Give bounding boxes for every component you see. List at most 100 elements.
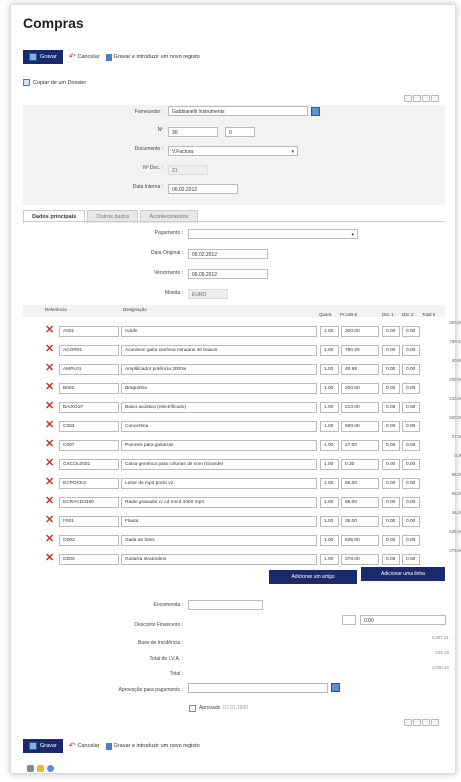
ref-cell[interactable]: C007	[59, 440, 119, 451]
desc-cell[interactable]: Rádio gravador c/ cd mrcd 3400 mp3	[121, 497, 317, 508]
price-cell[interactable]: 300.00	[341, 326, 379, 337]
fornecedor-lookup-icon[interactable]	[311, 107, 320, 116]
ref-cell[interactable]: ECRACD3400	[59, 497, 119, 508]
desc-cell[interactable]: Braguinha	[121, 383, 317, 394]
disc2-cell[interactable]: 0.00	[402, 478, 420, 489]
ref-cell[interactable]: ECPOCK2	[59, 478, 119, 489]
desc-cell[interactable]: Amplificador potência 3000w	[121, 364, 317, 375]
delete-row-icon[interactable]: ✕	[45, 534, 54, 545]
disc2-cell[interactable]: 0.00	[402, 459, 420, 470]
disc1-cell[interactable]: 0.00	[382, 421, 400, 432]
delete-row-icon[interactable]: ✕	[45, 553, 54, 564]
save-and-new-button-bottom[interactable]: Gravar e introduzir um novo registo	[105, 742, 200, 750]
qty-cell[interactable]: 1.00	[320, 516, 339, 527]
disc2-cell[interactable]: 0.00	[402, 497, 420, 508]
encomenda-input[interactable]	[188, 600, 263, 610]
numero-input[interactable]: 30	[168, 127, 218, 137]
cancel-button[interactable]: ↶ Cancelar	[69, 53, 100, 61]
disc2-cell[interactable]: 0.00	[402, 364, 420, 375]
desc-cell[interactable]: Acordeon gaita sanfona minuano 40 baixos	[121, 345, 317, 356]
disc2-cell[interactable]: 0.00	[402, 535, 420, 546]
desc-cell[interactable]: Caixa genérica para colunas de som (Gran…	[121, 459, 317, 470]
last-record-icon[interactable]	[431, 719, 439, 726]
disc2-cell[interactable]: 0.00	[402, 383, 420, 394]
copy-from-dossier-link[interactable]: Copiar de um Dossier	[23, 79, 86, 86]
data-interna-input[interactable]: 06.02.2012	[168, 184, 238, 194]
prev-record-icon[interactable]	[413, 95, 421, 102]
add-line-button[interactable]: Adicionar uma linha	[361, 567, 445, 581]
delete-row-icon[interactable]: ✕	[45, 458, 54, 469]
price-cell[interactable]: 210.00	[341, 402, 379, 413]
price-cell[interactable]: 378.00	[341, 554, 379, 565]
price-cell[interactable]: 780.25	[341, 345, 379, 356]
delete-row-icon[interactable]: ✕	[45, 496, 54, 507]
disc1-cell[interactable]: 0.00	[382, 516, 400, 527]
aprovacao-lookup-icon[interactable]	[331, 683, 340, 692]
aprovado-checkbox[interactable]	[189, 705, 196, 712]
qty-cell[interactable]: 1.00	[320, 345, 339, 356]
desc-cell[interactable]: Gaita de foles	[121, 535, 317, 546]
ref-cell[interactable]: C003	[59, 421, 119, 432]
ref-cell[interactable]: F001	[59, 516, 119, 527]
disc1-cell[interactable]: 0.00	[382, 345, 400, 356]
disc2-cell[interactable]: 0.00	[402, 440, 420, 451]
help-icon[interactable]	[47, 765, 54, 772]
disc1-cell[interactable]: 0.00	[382, 459, 400, 470]
next-record-icon[interactable]	[422, 719, 430, 726]
disc1-cell[interactable]: 0.00	[382, 554, 400, 565]
desc-cell[interactable]: Adufe	[121, 326, 317, 337]
qty-cell[interactable]: 1.00	[320, 402, 339, 413]
last-record-icon[interactable]	[431, 95, 439, 102]
desconto-percent-input[interactable]	[342, 615, 356, 625]
qty-cell[interactable]: 1.00	[320, 459, 339, 470]
disc2-cell[interactable]: 0.00	[402, 402, 420, 413]
disc2-cell[interactable]: 0.00	[402, 345, 420, 356]
save-and-new-button[interactable]: Gravar e introduzir um novo registo	[105, 53, 200, 61]
data-original-input[interactable]: 06.02.2012	[188, 249, 268, 259]
ref-cell[interactable]: G002	[59, 535, 119, 546]
qty-cell[interactable]: 1.00	[320, 326, 339, 337]
disc2-cell[interactable]: 0.00	[402, 326, 420, 337]
first-record-icon[interactable]	[404, 719, 412, 726]
print-icon[interactable]	[27, 765, 34, 772]
disc1-cell[interactable]: 0.00	[382, 497, 400, 508]
delete-row-icon[interactable]: ✕	[45, 344, 54, 355]
vencimento-input[interactable]: 06.05.2012	[188, 269, 268, 279]
save-button[interactable]: Gravar	[23, 50, 63, 64]
desc-cell[interactable]: Concertina	[121, 421, 317, 432]
save-button-bottom[interactable]: Gravar	[23, 739, 63, 753]
price-cell[interactable]: 0.30	[341, 459, 379, 470]
price-cell[interactable]: 635.00	[341, 535, 379, 546]
numero-suffix-input[interactable]: 0	[225, 127, 255, 137]
disc1-cell[interactable]: 0.00	[382, 478, 400, 489]
aprovacao-input[interactable]	[188, 683, 328, 693]
desc-cell[interactable]: Guitarra stratordms	[121, 554, 317, 565]
price-cell[interactable]: 36.00	[341, 516, 379, 527]
ref-cell[interactable]: A001	[59, 326, 119, 337]
ref-cell[interactable]: B002	[59, 383, 119, 394]
delete-row-icon[interactable]: ✕	[45, 477, 54, 488]
star-icon[interactable]	[37, 765, 44, 772]
disc2-cell[interactable]: 0.00	[402, 516, 420, 527]
delete-row-icon[interactable]: ✕	[45, 325, 54, 336]
ref-cell[interactable]: AMPL01	[59, 364, 119, 375]
add-article-button[interactable]: Adicionar um artigo	[269, 570, 357, 584]
price-cell[interactable]: 500.00	[341, 421, 379, 432]
delete-row-icon[interactable]: ✕	[45, 515, 54, 526]
disc1-cell[interactable]: 0.00	[382, 535, 400, 546]
disc1-cell[interactable]: 0.00	[382, 383, 400, 394]
disc1-cell[interactable]: 0.00	[382, 326, 400, 337]
disc2-cell[interactable]: 0.00	[402, 554, 420, 565]
pagamento-select[interactable]: ▾	[188, 229, 358, 239]
cancel-button-bottom[interactable]: ↶ Cancelar	[69, 742, 100, 750]
disc1-cell[interactable]: 0.00	[382, 440, 400, 451]
desc-cell[interactable]: Pomnes para guitarras	[121, 440, 317, 451]
price-cell[interactable]: 200.00	[341, 383, 379, 394]
delete-row-icon[interactable]: ✕	[45, 382, 54, 393]
qty-cell[interactable]: 1.00	[320, 535, 339, 546]
delete-row-icon[interactable]: ✕	[45, 401, 54, 412]
desc-cell[interactable]: Leitor de mp3 pocki v2	[121, 478, 317, 489]
prev-record-icon[interactable]	[413, 719, 421, 726]
qty-cell[interactable]: 1.00	[320, 383, 339, 394]
qty-cell[interactable]: 1.00	[320, 421, 339, 432]
